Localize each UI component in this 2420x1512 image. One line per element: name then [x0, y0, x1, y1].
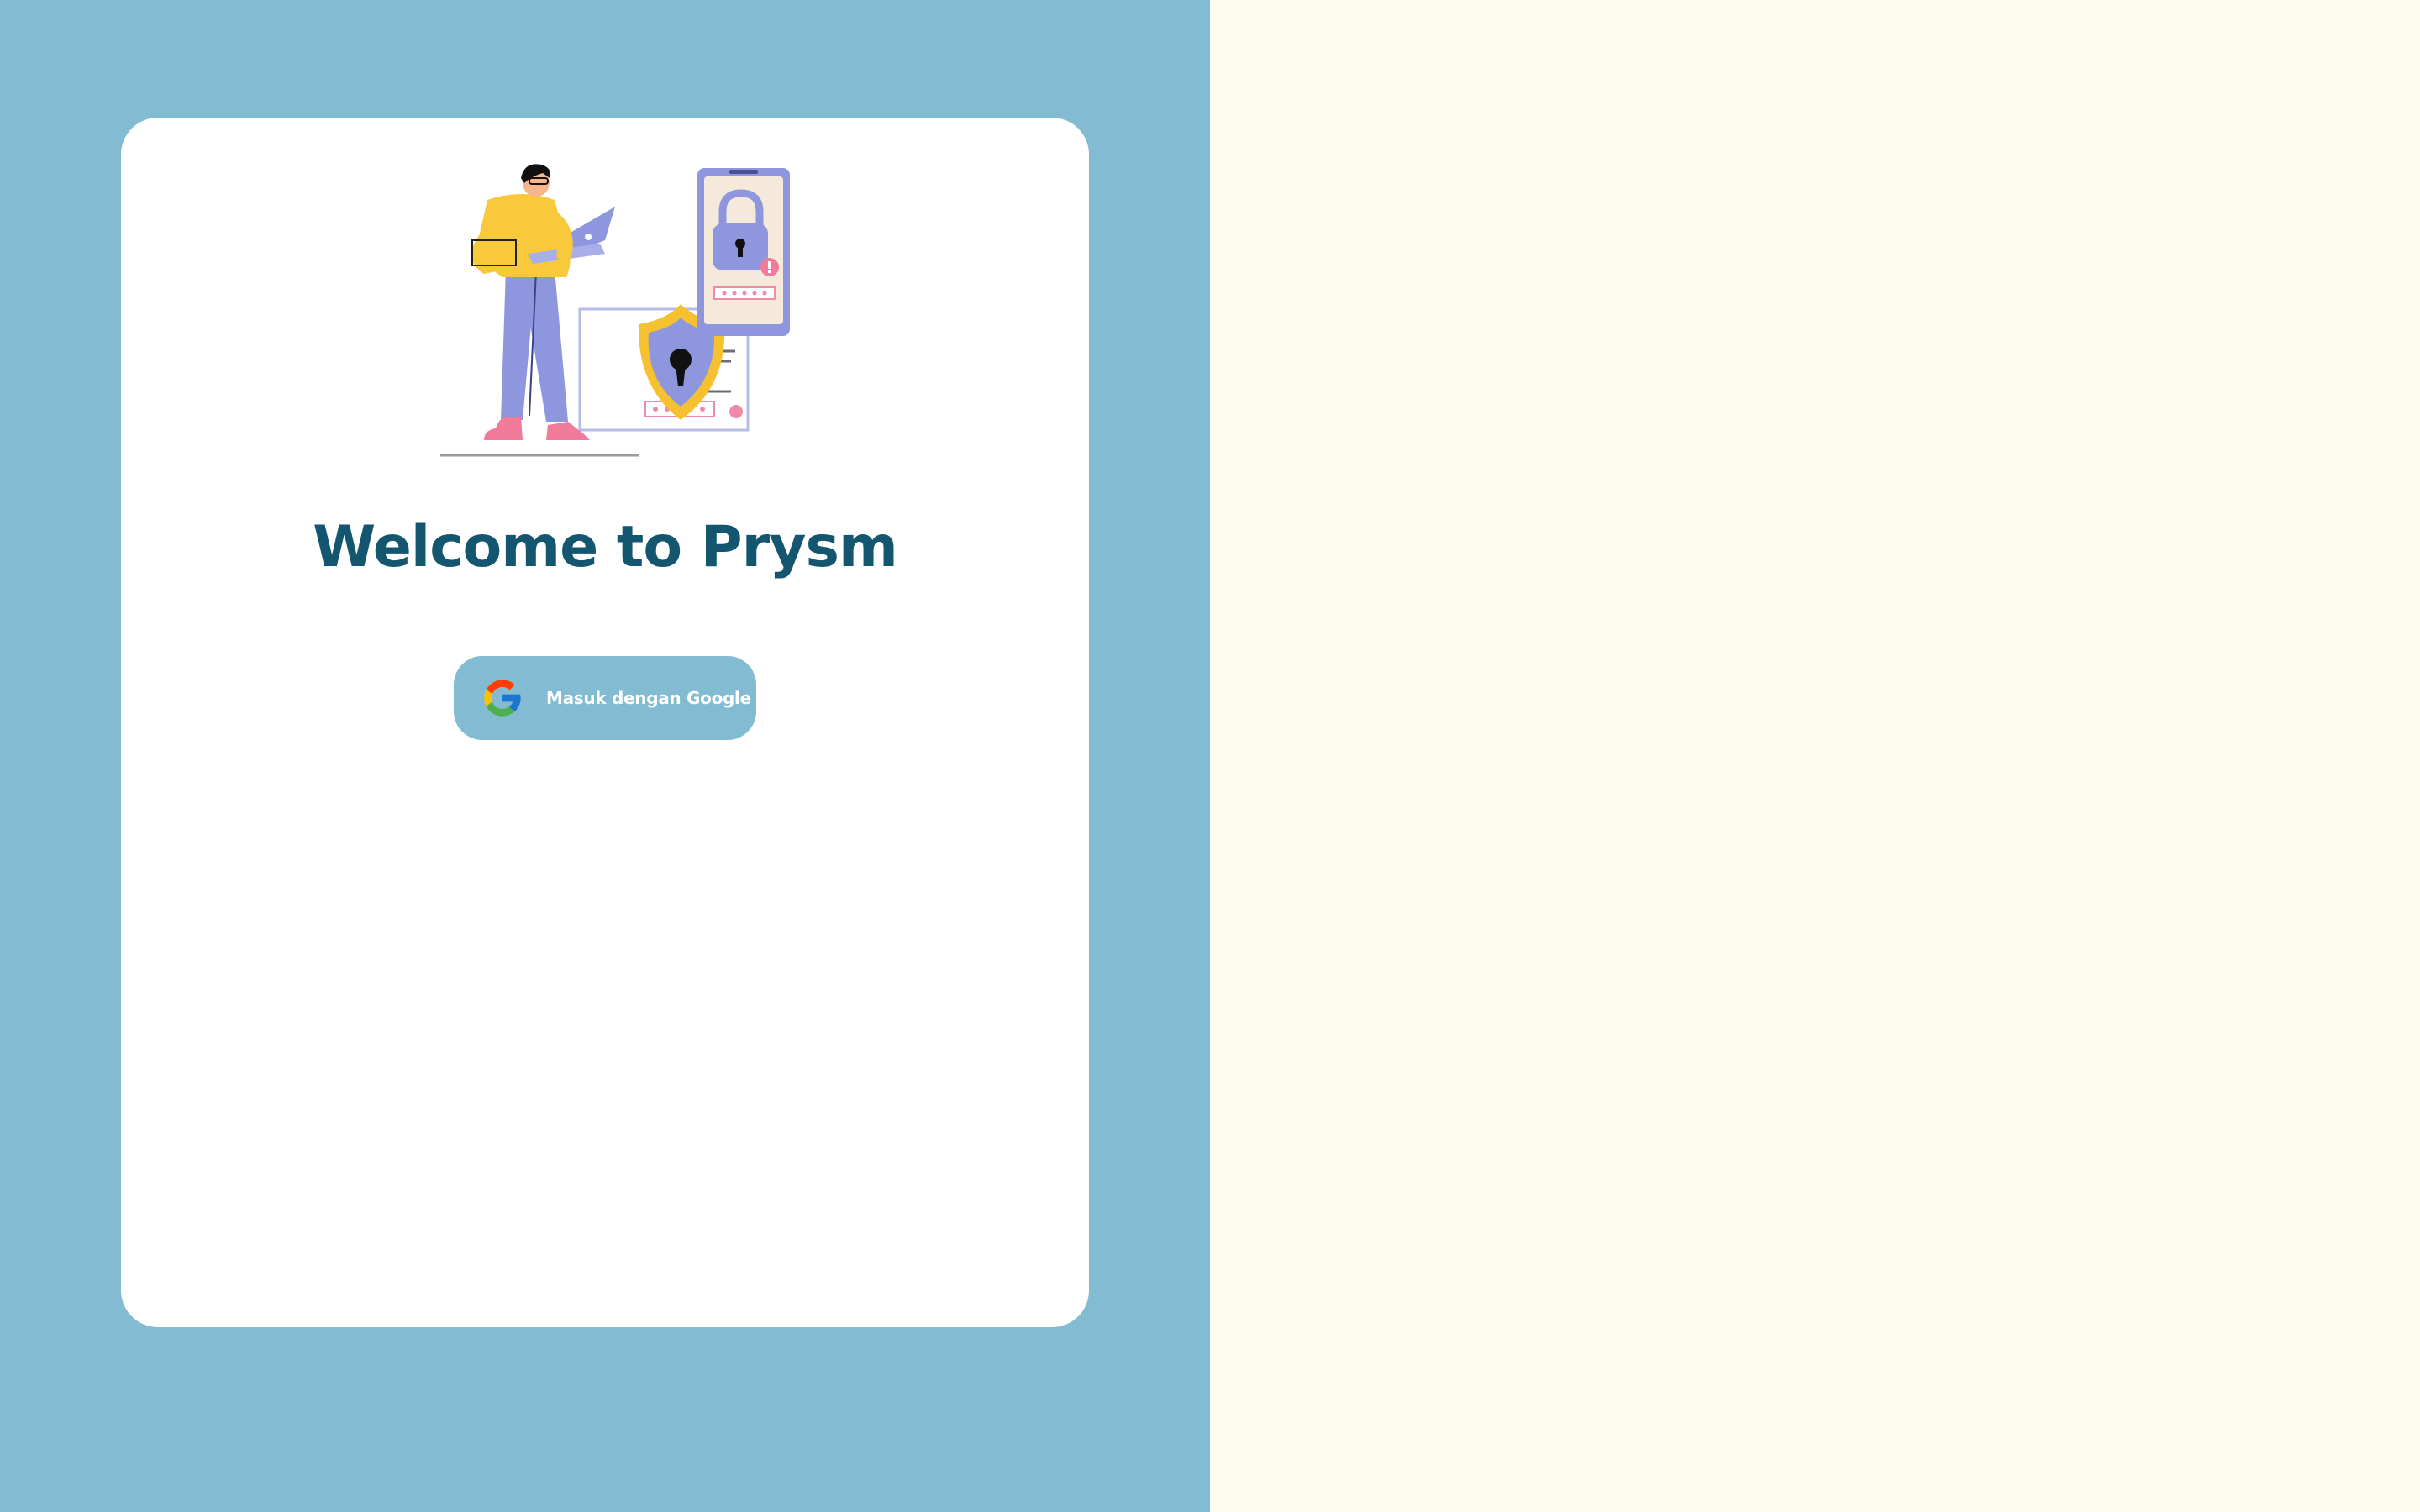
right-panel [1210, 0, 2420, 1512]
google-g-icon [484, 680, 521, 717]
security-illustration [440, 164, 790, 457]
left-panel: Welcome to Prysm Masuk dengan Google [0, 0, 1210, 1512]
google-sign-in-button[interactable]: Masuk dengan Google [454, 656, 756, 740]
page-title: Welcome to Prysm [313, 514, 898, 580]
google-sign-in-label: Masuk dengan Google [546, 688, 751, 708]
